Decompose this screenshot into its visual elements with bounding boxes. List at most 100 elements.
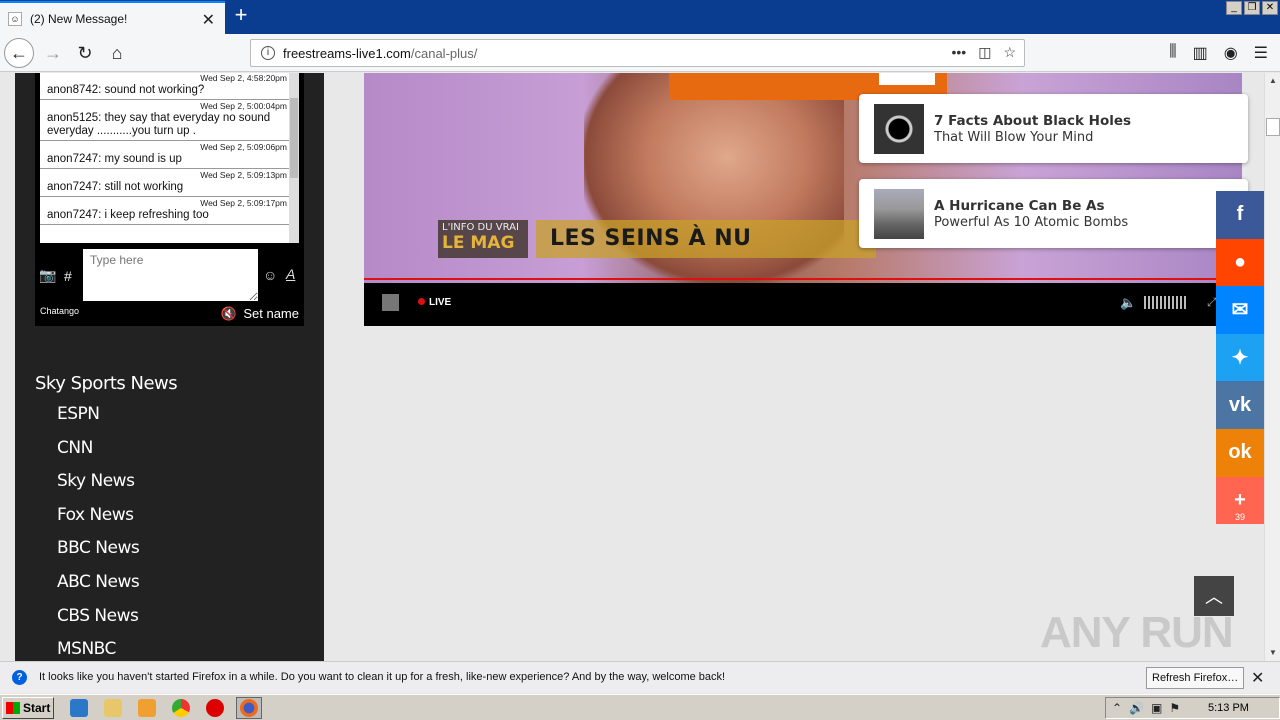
chat-message: Wed Sep 2, 4:58:20pm anon8742: sound not… — [40, 73, 299, 100]
black-hole-thumbnail — [874, 104, 924, 154]
tab-active[interactable]: ☺ (2) New Message! ✕ — [0, 1, 225, 34]
restore-button[interactable]: ❐ — [1244, 1, 1260, 15]
reddit-share-button[interactable]: ● — [1216, 238, 1264, 287]
windows-logo-icon — [6, 702, 20, 714]
scroll-up-arrow-icon[interactable]: ▲ — [1265, 73, 1280, 89]
chat-timestamp: Wed Sep 2, 5:09:17pm — [200, 198, 287, 208]
vk-icon: vk — [1228, 393, 1252, 416]
notification-close-icon[interactable]: ✕ — [1251, 668, 1264, 688]
chat-input[interactable] — [83, 249, 258, 301]
recommendation-subtitle: Powerful As 10 Atomic Bombs — [934, 215, 1129, 230]
left-sidebar: Wed Sep 2, 4:58:20pm anon8742: sound not… — [15, 73, 324, 661]
ie-icon[interactable] — [70, 699, 88, 717]
site-info-icon[interactable]: i — [261, 46, 275, 60]
start-button[interactable]: Start — [2, 697, 54, 719]
twitter-icon: ✦ — [1231, 347, 1249, 370]
account-icon[interactable]: ◉ — [1224, 43, 1238, 63]
tray-expand-icon[interactable]: ⌃ — [1112, 701, 1122, 715]
text-format-icon[interactable]: A — [286, 266, 295, 282]
explorer-icon[interactable] — [104, 699, 122, 717]
scrollbar-thumb[interactable] — [1266, 118, 1280, 136]
url-path: /canal-plus/ — [410, 45, 478, 61]
media-player-icon[interactable] — [138, 699, 156, 717]
chat-toolbar: 📷 # ☺ A — [35, 249, 304, 301]
channel-item[interactable]: CNN — [57, 438, 177, 472]
firefox-icon — [240, 699, 258, 717]
anyrun-watermark: ANY RUN — [1040, 608, 1234, 657]
opera-icon[interactable] — [206, 699, 224, 717]
chat-text: anon7247: i keep refreshing too — [47, 209, 209, 221]
recommendation-title: 7 Facts About Black Holes — [934, 113, 1132, 129]
network-icon[interactable]: ▣ — [1151, 701, 1162, 715]
notification-message: It looks like you haven't started Firefo… — [39, 671, 726, 683]
chat-timestamp: Wed Sep 2, 4:58:20pm — [200, 73, 287, 83]
facebook-share-button[interactable]: f — [1216, 191, 1264, 239]
minimize-button[interactable]: _ — [1226, 1, 1242, 15]
video-progress-bar[interactable] — [364, 278, 1242, 280]
odnoklassniki-share-button[interactable]: ok — [1216, 428, 1264, 477]
tab-close-icon[interactable]: ✕ — [202, 10, 215, 30]
stop-button[interactable] — [382, 294, 399, 311]
page-favicon-icon: ☺ — [8, 11, 22, 26]
channel-item[interactable]: Fox News — [57, 505, 177, 539]
scroll-down-arrow-icon[interactable]: ▼ — [1265, 645, 1280, 661]
channel-item[interactable]: Sky News — [57, 471, 177, 505]
hashtag-button[interactable]: # — [64, 268, 72, 284]
recommendation-card[interactable]: 7 Facts About Black Holes That Will Blow… — [859, 94, 1248, 163]
live-label: LIVE — [429, 297, 452, 308]
chat-scrollbar[interactable] — [289, 73, 299, 243]
channel-item[interactable]: MSNBC — [57, 639, 177, 661]
reload-button[interactable]: ↻ — [70, 38, 100, 68]
page-scrollbar[interactable]: ▲ ▼ — [1264, 73, 1280, 661]
share-count: 39 — [1234, 512, 1245, 523]
url-bar[interactable]: i freestreams-live1.com/canal-plus/ ••• … — [250, 39, 1025, 67]
emoji-icon[interactable]: ☺ — [263, 267, 277, 283]
mute-icon[interactable]: 🔇 — [221, 306, 237, 322]
twitter-share-button[interactable]: ✦ — [1216, 333, 1264, 382]
facebook-icon: f — [1236, 203, 1244, 226]
notification-bar: ? It looks like you haven't started Fire… — [0, 661, 1280, 693]
channel-item[interactable]: ABC News — [57, 572, 177, 606]
speaker-icon[interactable]: 🔊 — [1129, 701, 1144, 715]
bookmark-star-icon[interactable]: ☆ — [1003, 44, 1016, 61]
camera-icon[interactable]: 📷 — [39, 267, 56, 284]
back-button[interactable]: ← — [4, 38, 34, 68]
menu-icon[interactable]: ☰ — [1254, 43, 1268, 63]
chrome-icon[interactable] — [172, 699, 190, 717]
video-controls: LIVE 🔈 ⤢ — [364, 283, 1242, 326]
chat-messages: Wed Sep 2, 4:58:20pm anon8742: sound not… — [40, 73, 299, 243]
channel-item[interactable]: ESPN — [57, 404, 177, 438]
sidebar-toggle-icon[interactable]: ▥ — [1193, 43, 1208, 63]
chat-text: anon5125: they say that everyday no soun… — [47, 112, 271, 137]
messenger-share-button[interactable]: ✉ — [1216, 286, 1264, 334]
channel-header[interactable]: Sky Sports News — [35, 373, 178, 394]
system-tray: ⌃ 🔊 ▣ ⚑ 5:13 PM — [1105, 697, 1280, 719]
refresh-firefox-button[interactable]: Refresh Firefox… — [1146, 667, 1245, 689]
channel-item[interactable]: BBC News — [57, 538, 177, 572]
show-logo-line1: L'INFO DU VRAI — [442, 222, 519, 233]
chatango-brand[interactable]: Chatango — [40, 306, 79, 316]
chat-message: Wed Sep 2, 5:00:04pm anon5125: they say … — [40, 100, 299, 141]
chevron-up-icon: ︿ — [1205, 587, 1223, 607]
recommendation-card[interactable]: A Hurricane Can Be As Powerful As 10 Ato… — [859, 179, 1248, 248]
flag-icon[interactable]: ⚑ — [1169, 701, 1180, 715]
more-share-button[interactable]: +39 — [1216, 476, 1264, 525]
channel-item[interactable]: CBS News — [57, 606, 177, 640]
pocket-icon[interactable]: ◫ — [978, 44, 991, 61]
windows-taskbar: Start ⌃ 🔊 ▣ ⚑ 5:13 PM — [0, 694, 1280, 720]
odnoklassniki-icon: ok — [1228, 441, 1252, 464]
new-tab-button[interactable]: + — [229, 4, 253, 28]
volume-slider[interactable] — [1144, 296, 1186, 309]
forward-button[interactable]: → — [38, 38, 68, 68]
page-actions-icon[interactable]: ••• — [951, 44, 966, 61]
library-icon[interactable]: ⫼ — [1169, 43, 1176, 63]
set-name-link[interactable]: Set name — [243, 306, 299, 321]
home-button[interactable]: ⌂ — [102, 38, 132, 68]
window-controls: _ ❐ ✕ — [1226, 1, 1278, 15]
clock[interactable]: 5:13 PM — [1208, 702, 1249, 714]
vk-share-button[interactable]: vk — [1216, 381, 1264, 429]
close-window-button[interactable]: ✕ — [1262, 1, 1278, 15]
plus-icon: + — [1234, 488, 1246, 511]
chat-timestamp: Wed Sep 2, 5:09:13pm — [200, 170, 287, 180]
volume-icon[interactable]: 🔈 — [1120, 295, 1136, 311]
